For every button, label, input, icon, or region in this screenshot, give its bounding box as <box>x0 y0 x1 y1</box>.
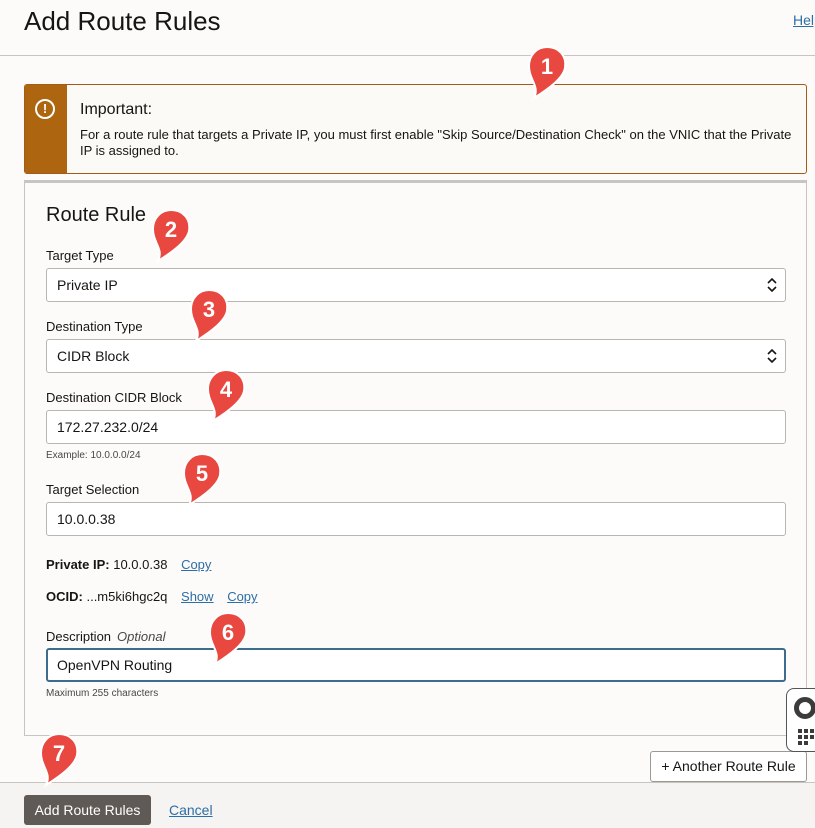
description-label-text: Description <box>46 629 112 644</box>
target-selection-label: Target Selection <box>46 482 140 497</box>
page-header: Add Route Rules Help <box>0 0 815 56</box>
ocid-row: OCID: ...m5ki6hgc2q Show Copy <box>46 589 258 604</box>
callout-number: 2 <box>164 217 178 242</box>
help-link[interactable]: Help <box>793 12 815 28</box>
route-rule-panel: Route Rule Target Type Private IP Destin… <box>24 180 807 736</box>
description-input[interactable]: OpenVPN Routing <box>46 648 786 682</box>
destination-type-label: Destination Type <box>46 319 143 334</box>
destination-cidr-value: 172.27.232.0/24 <box>57 419 159 435</box>
grid-icon <box>798 729 814 745</box>
description-value: OpenVPN Routing <box>57 657 173 673</box>
show-ocid-link[interactable]: Show <box>181 589 214 604</box>
destination-cidr-hint: Example: 10.0.0.0/24 <box>46 450 141 461</box>
callout-number: 7 <box>52 741 66 766</box>
alert-accent-bar: ! <box>25 85 67 173</box>
destination-cidr-label: Destination CIDR Block <box>46 390 182 405</box>
callout-number: 1 <box>540 54 554 79</box>
callout-marker: 3 <box>186 287 232 345</box>
chevron-updown-icon <box>767 349 777 363</box>
optional-label: Optional <box>117 629 166 644</box>
private-ip-label: Private IP: <box>46 557 110 572</box>
callout-marker: 7 <box>36 731 82 789</box>
chevron-updown-icon <box>767 278 777 292</box>
cancel-link[interactable]: Cancel <box>169 802 213 818</box>
ocid-label: OCID: <box>46 589 83 604</box>
page-title: Add Route Rules <box>24 6 221 36</box>
copy-ocid-link[interactable]: Copy <box>227 589 257 604</box>
target-selection-value: 10.0.0.38 <box>57 511 116 527</box>
alert-text: For a route rule that targets a Private … <box>80 127 792 158</box>
callout-marker: 5 <box>179 451 225 509</box>
help-widget[interactable] <box>786 688 815 752</box>
private-ip-value: 10.0.0.38 <box>113 557 168 572</box>
destination-type-select[interactable]: CIDR Block <box>46 339 786 373</box>
callout-marker: 1 <box>524 44 570 102</box>
callout-number: 6 <box>221 620 235 645</box>
destination-type-value: CIDR Block <box>57 348 130 364</box>
private-ip-row: Private IP: 10.0.0.38 Copy <box>46 557 211 572</box>
destination-cidr-input[interactable]: 172.27.232.0/24 <box>46 410 786 444</box>
warning-circle-icon: ! <box>35 99 55 119</box>
target-type-select[interactable]: Private IP <box>46 268 786 302</box>
target-selection-input[interactable]: 10.0.0.38 <box>46 502 786 536</box>
ocid-value: ...m5ki6hgc2q <box>86 589 168 604</box>
alert-title: Important: <box>80 101 153 118</box>
copy-private-ip-link[interactable]: Copy <box>181 557 211 572</box>
add-route-rules-button[interactable]: Add Route Rules <box>24 795 151 825</box>
footer-bar: Add Route Rules Cancel <box>0 782 815 828</box>
another-route-rule-button[interactable]: + Another Route Rule <box>650 751 807 782</box>
lifebuoy-icon <box>794 697 815 719</box>
description-hint: Maximum 255 characters <box>46 688 159 699</box>
description-label: Description Optional <box>46 629 165 644</box>
callout-marker: 4 <box>203 367 249 425</box>
callout-number: 3 <box>202 297 216 322</box>
target-type-label: Target Type <box>46 248 114 263</box>
section-title: Route Rule <box>46 204 147 226</box>
important-alert: ! Important: For a route rule that targe… <box>24 84 807 174</box>
callout-number: 5 <box>195 461 209 486</box>
callout-marker: 2 <box>148 207 194 265</box>
callout-marker: 6 <box>205 610 251 668</box>
target-type-value: Private IP <box>57 277 118 293</box>
callout-number: 4 <box>219 377 233 402</box>
